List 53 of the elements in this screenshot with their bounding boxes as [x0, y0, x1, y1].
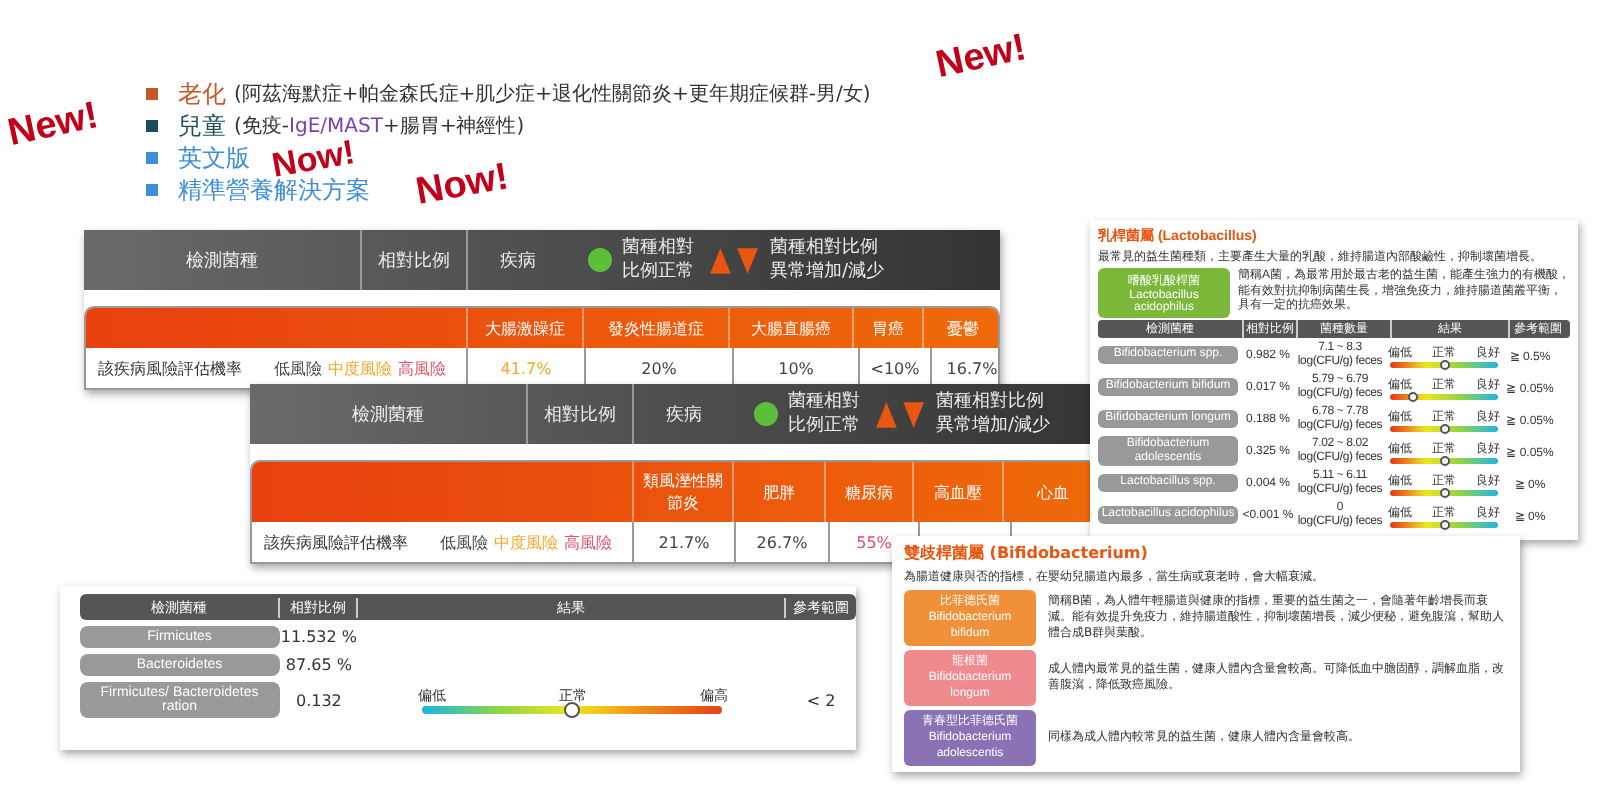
disease-header: 大腸激躁症: [466, 308, 582, 348]
status-dot-icon: [754, 402, 778, 426]
table-cell: 11.532 %: [279, 628, 359, 646]
column-header: 相對比例: [528, 384, 634, 444]
feature-label: 老化: [178, 77, 226, 111]
risk-level-label: 低風險: [440, 531, 488, 553]
table-cell: 20%: [641, 359, 677, 377]
table-cell: 26.7%: [756, 533, 808, 551]
legend-label: 菌種相對比例正常: [788, 390, 862, 438]
disease-header: 類風溼性關節炎: [632, 462, 732, 522]
risk-level-label: 高風險: [564, 531, 612, 553]
disease-header: 高血壓: [912, 462, 1002, 522]
risk-level-label: 中度風險: [328, 357, 392, 379]
section-title: 雙歧桿菌屬 (Bifidobacterium): [904, 542, 1150, 564]
row-label: 該疾病風險評估機率: [96, 357, 244, 379]
row-label: 該疾病風險評估機率: [262, 531, 410, 553]
table-cell: 10%: [778, 359, 814, 377]
disease-header: 糖尿病: [824, 462, 912, 522]
disease-header: 大腸直腸癌: [728, 308, 852, 348]
disease-header: 發炎性腸道症: [582, 308, 728, 348]
arrows-icon: [876, 401, 924, 427]
table-cell: 55%: [856, 533, 892, 551]
legend-label: 菌種相對比例異常增加/減少: [770, 236, 886, 284]
column-header: 疾病: [498, 249, 538, 275]
table-cell: < 2: [806, 691, 836, 709]
feature-label: 英文版: [178, 141, 250, 175]
promo-text: New!: [4, 95, 103, 157]
table-cell: <10%: [870, 359, 920, 377]
status-dot-icon: [588, 248, 612, 272]
feature-label: 精準營養解決方案: [178, 175, 370, 207]
arrows-icon: [710, 247, 758, 273]
disease-header: 憂鬱: [922, 308, 998, 348]
column-header: 疾病: [664, 403, 704, 429]
column-header: 檢測菌種: [250, 384, 528, 444]
feature-detail: (免疫-IgE/MAST+腸胃+神經性): [234, 113, 525, 140]
feature-detail: (阿茲海默症+帕金森氏症+肌少症+退化性關節炎+更年期症候群-男/女): [234, 81, 871, 108]
risk-level-label: 中度風險: [494, 531, 558, 553]
column-header: 相對比例: [362, 230, 468, 290]
table-cell: 16.7%: [946, 359, 998, 377]
risk-level-label: 低風險: [274, 357, 322, 379]
table-cell: 41.7%: [500, 359, 552, 377]
table-cell: 21.7%: [658, 533, 710, 551]
column-header: 檢測菌種: [84, 230, 362, 290]
legend-label: 菌種相對比例異常增加/減少: [936, 390, 1052, 438]
promo-text: New!: [932, 27, 1031, 89]
disease-header: 胃癌: [852, 308, 922, 348]
table-cell-text: 0.132: [293, 691, 344, 709]
feature-label: 兒童: [178, 109, 226, 143]
legend-label: 菌種相對比例正常: [622, 236, 696, 284]
disease-header: 肥胖: [732, 462, 824, 522]
risk-level-label: 高風險: [398, 357, 446, 379]
promo-text: Now!: [412, 156, 512, 216]
table-cell-text: 87.65 %: [283, 656, 354, 674]
